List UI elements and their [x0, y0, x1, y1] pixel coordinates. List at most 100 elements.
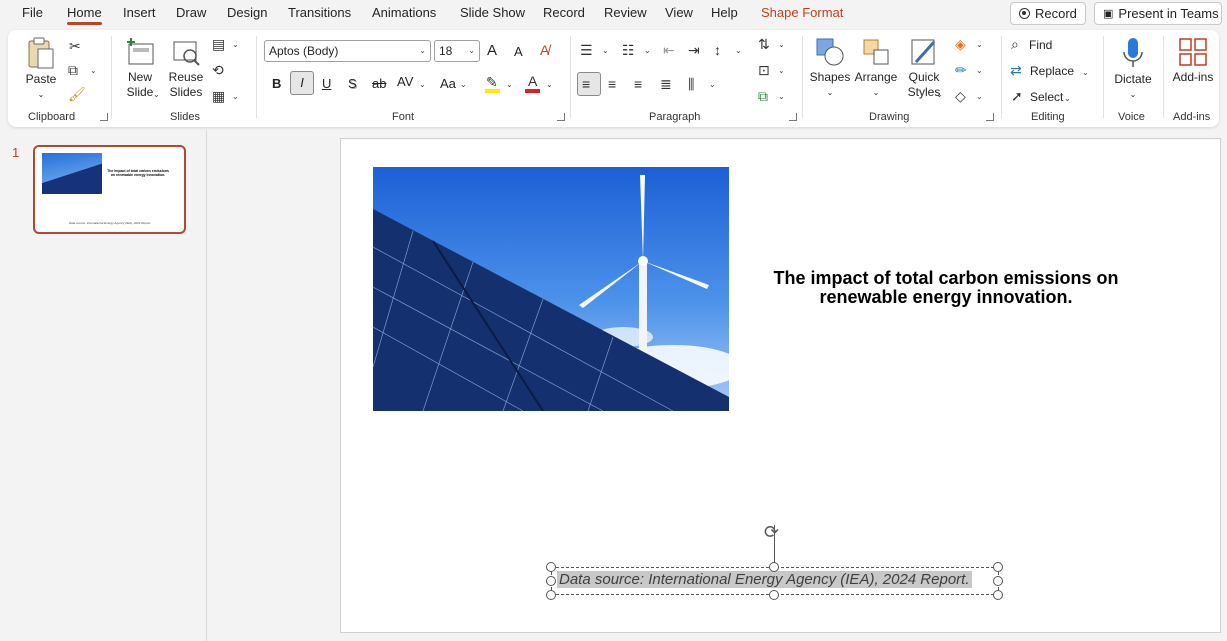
rotate-handle-icon[interactable]: ⟳ [764, 522, 779, 543]
columns-icon[interactable]: ⫼ [688, 76, 694, 92]
select-chevron-icon[interactable]: ⌄ [1064, 94, 1071, 103]
slide-title[interactable]: The impact of total carbon emissions on … [761, 269, 1131, 307]
add-ins-button[interactable]: Add-ins [1170, 36, 1216, 85]
find-button[interactable]: Find [1029, 38, 1052, 52]
cut-icon[interactable]: ✂ [69, 38, 81, 54]
resize-handle[interactable] [993, 590, 1003, 600]
slide-thumbnail-1[interactable]: The impact of total carbon emissions on … [33, 145, 186, 234]
menu-slideshow[interactable]: Slide Show [460, 5, 525, 20]
align-text-chevron-icon[interactable]: ⌄ [778, 66, 785, 75]
section-icon[interactable]: ▦ [212, 88, 225, 104]
format-painter-icon[interactable]: 🖌 [68, 86, 86, 102]
replace-button[interactable]: Replace [1030, 64, 1074, 78]
change-case-chevron-icon[interactable]: ⌄ [460, 80, 467, 89]
shape-fill-chevron-icon[interactable]: ⌄ [976, 40, 983, 49]
menu-view[interactable]: View [665, 5, 693, 20]
menu-file[interactable]: File [22, 5, 43, 20]
section-chevron-icon[interactable]: ⌄ [232, 92, 239, 101]
solar-wind-photo[interactable] [373, 167, 729, 411]
numbering-icon[interactable]: ☷ [622, 42, 635, 58]
numbering-chevron-icon[interactable]: ⌄ [644, 46, 651, 55]
copy-icon[interactable]: ⧉ [68, 62, 78, 78]
menu-shape-format[interactable]: Shape Format [761, 5, 843, 20]
font-launcher-icon[interactable] [557, 113, 565, 121]
resize-handle[interactable] [769, 562, 779, 572]
select-button[interactable]: Select [1030, 90, 1063, 104]
select-icon[interactable]: ➚ [1011, 88, 1023, 104]
grow-font-icon[interactable]: A [487, 42, 497, 59]
strikethrough-button[interactable]: ab [372, 76, 386, 91]
decrease-indent-icon[interactable]: ⇤ [663, 42, 675, 58]
resize-handle[interactable] [993, 562, 1003, 572]
new-slide-chevron-icon[interactable]: ⌄ [153, 90, 160, 99]
text-direction-icon[interactable]: ⇅ [758, 36, 770, 52]
copy-chevron-icon[interactable]: ⌄ [90, 66, 97, 75]
menu-help[interactable]: Help [711, 5, 738, 20]
menu-review[interactable]: Review [604, 5, 647, 20]
increase-indent-icon[interactable]: ⇥ [688, 42, 700, 58]
layout-icon[interactable]: ▤ [212, 36, 225, 52]
layout-chevron-icon[interactable]: ⌄ [232, 40, 239, 49]
text-shadow-button[interactable]: S [348, 76, 357, 91]
menu-record[interactable]: Record [543, 5, 585, 20]
change-case-button[interactable]: Aa [440, 76, 456, 91]
highlight-chevron-icon[interactable]: ⌄ [506, 80, 513, 89]
bullets-icon[interactable]: ☰ [580, 42, 593, 58]
reuse-slides-button[interactable]: Reuse Slides [166, 36, 206, 100]
replace-chevron-icon[interactable]: ⌄ [1082, 68, 1089, 77]
highlight-icon[interactable]: ✎ [486, 74, 498, 90]
menu-insert[interactable]: Insert [123, 5, 156, 20]
line-spacing-icon[interactable]: ↕ [714, 42, 721, 58]
find-icon[interactable]: ⌕ [1011, 36, 1019, 52]
source-text[interactable]: Data source: International Energy Agency… [557, 571, 972, 588]
arrange-button[interactable]: Arrange ⌄ [854, 36, 898, 100]
clear-formatting-icon[interactable]: A̸ [540, 42, 549, 58]
reset-icon[interactable]: ⟲ [212, 62, 224, 78]
slide-canvas[interactable]: The impact of total carbon emissions on … [340, 138, 1221, 633]
drawing-launcher-icon[interactable] [986, 113, 994, 121]
smartart-chevron-icon[interactable]: ⌄ [778, 92, 785, 101]
shape-outline-chevron-icon[interactable]: ⌄ [976, 66, 983, 75]
font-color-chevron-icon[interactable]: ⌄ [546, 80, 553, 89]
menu-home[interactable]: Home [67, 5, 102, 25]
record-button[interactable]: Record [1010, 2, 1086, 25]
align-right-icon[interactable]: ≡ [634, 76, 642, 92]
char-spacing-chevron-icon[interactable]: ⌄ [419, 80, 426, 89]
resize-handle[interactable] [769, 590, 779, 600]
shape-fill-icon[interactable]: ◈ [955, 36, 966, 52]
shape-effects-chevron-icon[interactable]: ⌄ [976, 92, 983, 101]
justify-icon[interactable]: ≣ [660, 76, 672, 92]
shapes-button[interactable]: Shapes ⌄ [810, 36, 850, 100]
paragraph-launcher-icon[interactable] [789, 113, 797, 121]
resize-handle[interactable] [546, 576, 556, 586]
align-text-icon[interactable]: ⊡ [758, 62, 770, 78]
shrink-font-icon[interactable]: A [514, 44, 523, 59]
underline-button[interactable]: U [322, 76, 331, 91]
menu-animations[interactable]: Animations [372, 5, 436, 20]
italic-button[interactable]: I [290, 71, 314, 95]
menu-transitions[interactable]: Transitions [288, 5, 351, 20]
font-color-icon[interactable]: A [528, 73, 537, 89]
line-spacing-chevron-icon[interactable]: ⌄ [735, 46, 742, 55]
quick-styles-chevron-icon[interactable]: ⌄ [936, 90, 943, 99]
bullets-chevron-icon[interactable]: ⌄ [602, 46, 609, 55]
dictate-button[interactable]: Dictate ⌄ [1111, 36, 1155, 102]
font-family-combo[interactable]: Aptos (Body) ⌄ [264, 40, 431, 62]
resize-handle[interactable] [546, 562, 556, 572]
font-size-combo[interactable]: 18 ⌄ [434, 40, 480, 62]
replace-icon[interactable]: ⇄ [1010, 62, 1022, 78]
menu-draw[interactable]: Draw [176, 5, 206, 20]
columns-chevron-icon[interactable]: ⌄ [709, 80, 716, 89]
char-spacing-button[interactable]: AV [397, 74, 413, 89]
paste-button[interactable]: Paste ⌄ [24, 36, 58, 102]
align-center-icon[interactable]: ≡ [608, 76, 616, 92]
bold-button[interactable]: B [272, 76, 281, 91]
shape-outline-icon[interactable]: ✏ [955, 62, 967, 78]
text-direction-chevron-icon[interactable]: ⌄ [778, 40, 785, 49]
shape-effects-icon[interactable]: ◇ [955, 88, 966, 104]
smartart-icon[interactable]: ⧉ [758, 88, 768, 104]
resize-handle[interactable] [546, 590, 556, 600]
resize-handle[interactable] [993, 576, 1003, 586]
clipboard-launcher-icon[interactable] [100, 113, 108, 121]
present-in-teams-button[interactable]: ▣ Present in Teams [1094, 2, 1222, 25]
